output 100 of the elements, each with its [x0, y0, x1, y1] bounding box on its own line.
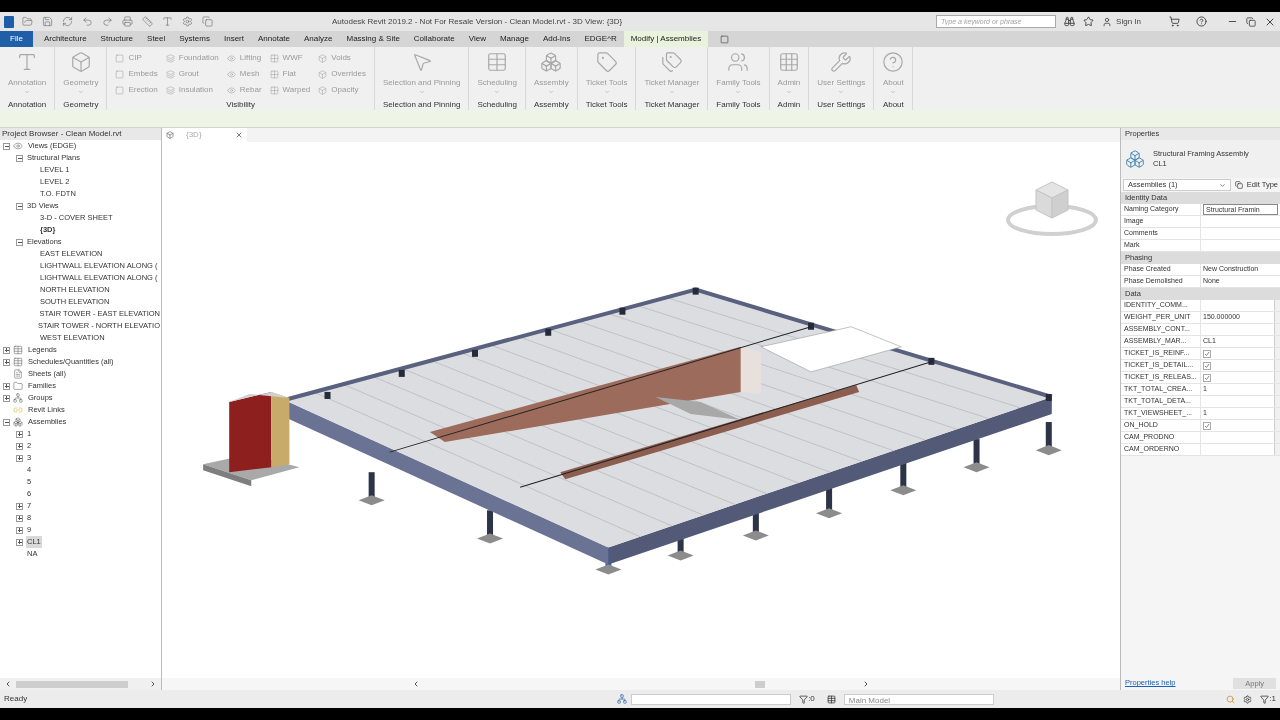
- ribbon-tab[interactable]: EDGE^R: [577, 31, 624, 47]
- checkbox[interactable]: [1203, 373, 1211, 382]
- scroll-thumb[interactable]: [755, 680, 765, 688]
- ribbon-tab[interactable]: Massing & Site: [339, 31, 407, 47]
- panel-label: Visibility: [225, 99, 257, 110]
- expand-toggle[interactable]: [16, 538, 23, 546]
- expand-toggle[interactable]: [16, 514, 23, 522]
- windows-icon[interactable]: [202, 16, 213, 27]
- sync-icon[interactable]: [62, 16, 73, 27]
- collapse-toggle[interactable]: [3, 418, 10, 426]
- collapse-toggle[interactable]: [16, 154, 23, 162]
- tool-icon: [165, 85, 175, 95]
- collapse-toggle[interactable]: [16, 238, 23, 246]
- row-button[interactable]: [1274, 432, 1280, 443]
- ribbon-tab[interactable]: Systems: [172, 31, 217, 47]
- ribbon-tab[interactable]: Insert: [216, 31, 251, 47]
- scroll-left-icon[interactable]: [412, 680, 420, 688]
- ribbon-tab[interactable]: Architecture: [36, 31, 94, 47]
- redo-icon[interactable]: [102, 16, 113, 27]
- cart-icon[interactable]: [1169, 16, 1180, 27]
- scroll-left-icon[interactable]: [4, 680, 12, 688]
- binoculars-icon[interactable]: [1064, 16, 1076, 27]
- restore-icon[interactable]: [1246, 16, 1256, 27]
- window-title: Autodesk Revit 2019.2 - Not For Resale Version - Clean Model.rvt - 3D View: {3D}: [332, 15, 623, 28]
- checkbox[interactable]: [1203, 421, 1211, 430]
- undo-icon[interactable]: [82, 16, 93, 27]
- measure-icon[interactable]: [142, 16, 153, 27]
- close-icon[interactable]: [235, 131, 243, 139]
- ribbon-tab[interactable]: Structure: [93, 31, 141, 47]
- row-button[interactable]: [1274, 372, 1280, 383]
- row-button[interactable]: [1274, 348, 1280, 359]
- expand-toggle[interactable]: [3, 394, 10, 402]
- collapse-toggle[interactable]: [3, 142, 10, 150]
- app-logo-icon[interactable]: [4, 15, 14, 28]
- panel-label: Selection and Pinning: [382, 99, 462, 110]
- ribbon-tab[interactable]: File: [0, 31, 33, 47]
- workset-dropdown[interactable]: [631, 693, 792, 705]
- caret-icon: [548, 89, 555, 95]
- panel-label: User Settings: [816, 99, 867, 110]
- panel-label: Geometry: [62, 99, 100, 110]
- status-text: Ready: [4, 693, 28, 705]
- row-button[interactable]: [1274, 420, 1280, 431]
- open-icon[interactable]: [22, 16, 33, 27]
- row-button[interactable]: [1274, 408, 1280, 419]
- checkbox[interactable]: [1203, 349, 1211, 358]
- expand-toggle[interactable]: [3, 382, 10, 390]
- row-button[interactable]: [1274, 360, 1280, 371]
- filter-icon[interactable]: [1260, 694, 1270, 704]
- sign-in-button[interactable]: Sign In: [1102, 15, 1141, 28]
- save-icon[interactable]: [42, 16, 53, 27]
- expand-toggle[interactable]: [16, 502, 23, 510]
- scroll-thumb[interactable]: [16, 680, 128, 688]
- settings-icon[interactable]: [1243, 694, 1253, 704]
- expand-toggle[interactable]: [3, 346, 10, 354]
- worksets-icon[interactable]: [617, 694, 628, 704]
- scroll-right-icon[interactable]: [149, 680, 157, 688]
- star-icon[interactable]: [1083, 16, 1095, 27]
- ribbon-tab[interactable]: Analyze: [297, 31, 340, 47]
- scrollbar[interactable]: [0, 678, 161, 690]
- collapse-toggle[interactable]: [16, 202, 23, 210]
- settings-icon[interactable]: [182, 16, 193, 27]
- table-icon[interactable]: [826, 694, 836, 704]
- expand-toggle[interactable]: [3, 358, 10, 366]
- ribbon-tab[interactable]: Manage: [492, 31, 536, 47]
- row-button[interactable]: [1274, 336, 1280, 347]
- ribbon-tab[interactable]: Modify | Assemblies: [623, 31, 709, 47]
- row-button[interactable]: [1274, 312, 1280, 323]
- box-icon: [69, 51, 92, 73]
- caret-icon: [1218, 181, 1226, 189]
- row-button[interactable]: [1274, 444, 1280, 455]
- tool-icon: [269, 53, 279, 63]
- expand-toggle[interactable]: [16, 454, 23, 462]
- row-button[interactable]: [1274, 324, 1280, 335]
- scroll-right-icon[interactable]: [862, 680, 870, 688]
- row-button[interactable]: [1274, 396, 1280, 407]
- scrollbar[interactable]: [162, 678, 1120, 690]
- help-icon[interactable]: [1196, 16, 1207, 27]
- caret-icon: [494, 89, 501, 95]
- search-icon[interactable]: [1226, 694, 1236, 704]
- tool-icon: [165, 69, 175, 79]
- filter-icon[interactable]: [799, 694, 809, 704]
- tool-icon: [165, 53, 175, 63]
- expand-toggle[interactable]: [16, 442, 23, 450]
- panel-label: Assembly: [532, 99, 570, 110]
- ribbon-tab[interactable]: Add-Ins: [535, 31, 578, 47]
- design-option-dropdown[interactable]: Main Model: [843, 693, 994, 705]
- checkbox[interactable]: [1203, 361, 1211, 370]
- row-button[interactable]: [1274, 300, 1280, 311]
- ribbon-tab[interactable]: Annotate: [250, 31, 297, 47]
- panel-toggle-icon[interactable]: [720, 35, 730, 44]
- expand-toggle[interactable]: [16, 526, 23, 534]
- tag-icon: [595, 51, 618, 73]
- print-icon[interactable]: [122, 16, 133, 27]
- row-button[interactable]: [1274, 384, 1280, 395]
- ribbon-tab[interactable]: Collaborate: [406, 31, 462, 47]
- text-icon[interactable]: [162, 16, 173, 27]
- caret-icon: [603, 89, 610, 95]
- expand-toggle[interactable]: [16, 430, 23, 438]
- ribbon-tab[interactable]: View: [461, 31, 493, 47]
- ribbon-tab[interactable]: Steel: [140, 31, 173, 47]
